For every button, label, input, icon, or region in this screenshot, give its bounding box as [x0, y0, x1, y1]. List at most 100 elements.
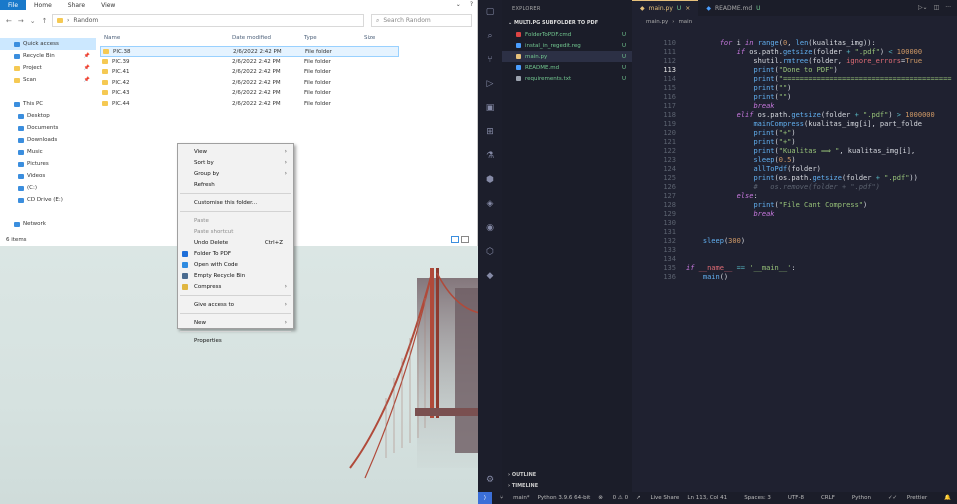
- menu-item[interactable]: Empty Recycle Bin: [178, 270, 293, 281]
- menu-item[interactable]: View ›: [178, 146, 293, 157]
- nav-item[interactable]: Recycle Bin 📌: [0, 50, 96, 62]
- remote-icon[interactable]: ⟩: [478, 492, 492, 504]
- col-name[interactable]: Name: [104, 35, 120, 41]
- editor-tab[interactable]: ◆ main.py U ×: [632, 0, 699, 16]
- line-number: 128: [663, 201, 676, 209]
- cursor-position[interactable]: Ln 113, Col 41: [687, 495, 727, 501]
- address-bar[interactable]: › Random: [52, 14, 364, 27]
- python-icon[interactable]: ◆: [478, 264, 502, 288]
- file-row[interactable]: PIC.39 2/6/2022 2:42 PM File folder: [100, 57, 400, 68]
- file-tree-item[interactable]: main.py U: [502, 51, 632, 62]
- menu-item[interactable]: Compress ›: [178, 281, 293, 292]
- details-view-icon[interactable]: [451, 236, 459, 243]
- up-arrow-icon[interactable]: ↑: [42, 17, 48, 25]
- pin-icon: 📌: [83, 65, 90, 71]
- explorer-icon[interactable]: ▢: [478, 0, 502, 24]
- nav-item-label: Project: [23, 65, 42, 71]
- menu-item[interactable]: Sort by ›: [178, 157, 293, 168]
- file-row[interactable]: PIC.43 2/6/2022 2:42 PM File folder: [100, 88, 400, 99]
- tab-home[interactable]: Home: [26, 0, 60, 10]
- col-type[interactable]: Type: [304, 35, 317, 41]
- menu-item[interactable]: Give access to ›: [178, 299, 293, 310]
- indent-setting[interactable]: Spaces: 3: [744, 495, 771, 501]
- nav-item[interactable]: Pictures: [0, 158, 96, 170]
- help-icon[interactable]: ?: [470, 1, 473, 8]
- nav-item[interactable]: Desktop: [0, 110, 96, 122]
- recent-chevron-icon[interactable]: ⌄: [30, 17, 36, 25]
- file-tree-item[interactable]: instal_in_regedit.reg U: [502, 40, 632, 51]
- nav-item[interactable]: Network: [0, 218, 96, 230]
- split-editor-icon[interactable]: ◫: [934, 4, 940, 11]
- col-date[interactable]: Date modified: [232, 35, 271, 41]
- menu-item[interactable]: Folder To PDF: [178, 248, 293, 259]
- chevron-down-icon[interactable]: ⌄: [456, 1, 461, 8]
- notifications-icon[interactable]: 🔔: [944, 495, 951, 501]
- menu-item[interactable]: Refresh: [178, 179, 293, 190]
- remote-explorer-icon[interactable]: ▣: [478, 96, 502, 120]
- nav-item[interactable]: Downloads: [0, 134, 96, 146]
- search-input[interactable]: ⌕ Search Random: [371, 14, 472, 27]
- menu-item[interactable]: Open with Code: [178, 259, 293, 270]
- back-arrow-icon[interactable]: ←: [6, 17, 12, 25]
- docker-icon[interactable]: ⬡: [478, 240, 502, 264]
- nav-item[interactable]: Quick access: [0, 38, 96, 50]
- branch-status[interactable]: ⑂ main*: [500, 495, 530, 501]
- live-share[interactable]: ➚ Live Share: [636, 495, 679, 501]
- menu-item[interactable]: Customise this folder...: [178, 197, 293, 208]
- menu-item[interactable]: Group by ›: [178, 168, 293, 179]
- prettier-status[interactable]: ✓✓ Prettier: [888, 495, 927, 501]
- menu-item[interactable]: New ›: [178, 317, 293, 328]
- editor-tab-label: README.md: [714, 4, 753, 12]
- tiles-view-icon[interactable]: [461, 236, 469, 243]
- tab-status-badge: U: [676, 5, 682, 12]
- run-debug-icon[interactable]: ▷: [478, 72, 502, 96]
- github-icon[interactable]: ◉: [478, 216, 502, 240]
- file-tree-item[interactable]: requirements.txt U: [502, 73, 632, 84]
- breadcrumb-symbol[interactable]: main: [678, 19, 692, 25]
- close-icon[interactable]: ×: [685, 5, 690, 12]
- breadcrumb-file[interactable]: main.py: [646, 19, 668, 25]
- editor-tab[interactable]: ◆ README.md U: [698, 0, 768, 16]
- code-line: print("+"): [753, 138, 796, 146]
- python-interpreter[interactable]: Python 3.9.6 64-bit: [538, 495, 591, 501]
- file-row[interactable]: PIC.41 2/6/2022 2:42 PM File folder: [100, 67, 400, 78]
- timeline-section[interactable]: › TIMELINE: [508, 483, 538, 489]
- nav-item[interactable]: Music: [0, 146, 96, 158]
- database-icon[interactable]: ⬢: [478, 168, 502, 192]
- file-row[interactable]: PIC.44 2/6/2022 2:42 PM File folder: [100, 99, 400, 110]
- nav-item[interactable]: (C:): [0, 182, 96, 194]
- file-tree-item[interactable]: README.md U: [502, 62, 632, 73]
- file-row[interactable]: PIC.38 2/6/2022 2:42 PM File folder: [100, 46, 399, 57]
- forward-arrow-icon[interactable]: →: [18, 17, 24, 25]
- code-editor[interactable]: 110 111 112 113 114 115 116 117 118 119 …: [632, 29, 957, 492]
- tab-view[interactable]: View: [93, 0, 123, 10]
- source-control-icon[interactable]: ⑂: [478, 48, 502, 72]
- language-mode[interactable]: Python: [852, 495, 871, 501]
- more-icon[interactable]: ···: [945, 4, 951, 11]
- git-graph-icon[interactable]: ◈: [478, 192, 502, 216]
- tab-file[interactable]: File: [0, 0, 27, 10]
- extensions-icon[interactable]: ⊞: [478, 120, 502, 144]
- menu-item[interactable]: Undo Delete Ctrl+Z: [178, 237, 293, 248]
- run-icon[interactable]: ▷⌄: [918, 4, 928, 11]
- settings-gear-icon[interactable]: ⚙: [478, 468, 502, 492]
- nav-item[interactable]: CD Drive (E:): [0, 194, 96, 206]
- outline-section[interactable]: › OUTLINE: [508, 472, 536, 478]
- col-size[interactable]: Size: [364, 35, 375, 41]
- nav-item[interactable]: This PC: [0, 98, 96, 110]
- encoding[interactable]: UTF-8: [788, 495, 804, 501]
- nav-item[interactable]: Documents: [0, 122, 96, 134]
- workspace-folder[interactable]: ⌄ MULTI.PG SUBFOLDER TO PDF: [502, 12, 632, 26]
- testing-icon[interactable]: ⚗: [478, 144, 502, 168]
- tab-share[interactable]: Share: [60, 0, 93, 10]
- file-row[interactable]: PIC.42 2/6/2022 2:42 PM File folder: [100, 78, 400, 89]
- problems-count[interactable]: ⊗ 0 ⚠ 0: [598, 495, 628, 501]
- search-icon[interactable]: ⌕: [478, 24, 502, 48]
- line-ending[interactable]: CRLF: [821, 495, 835, 501]
- menu-item[interactable]: Properties: [178, 335, 293, 346]
- file-tree-item[interactable]: FolderToPDF.cmd U: [502, 29, 632, 40]
- nav-item[interactable]: Scan 📌: [0, 74, 96, 86]
- nav-item[interactable]: Videos: [0, 170, 96, 182]
- line-number: 126: [663, 183, 676, 191]
- nav-item[interactable]: Project 📌: [0, 62, 96, 74]
